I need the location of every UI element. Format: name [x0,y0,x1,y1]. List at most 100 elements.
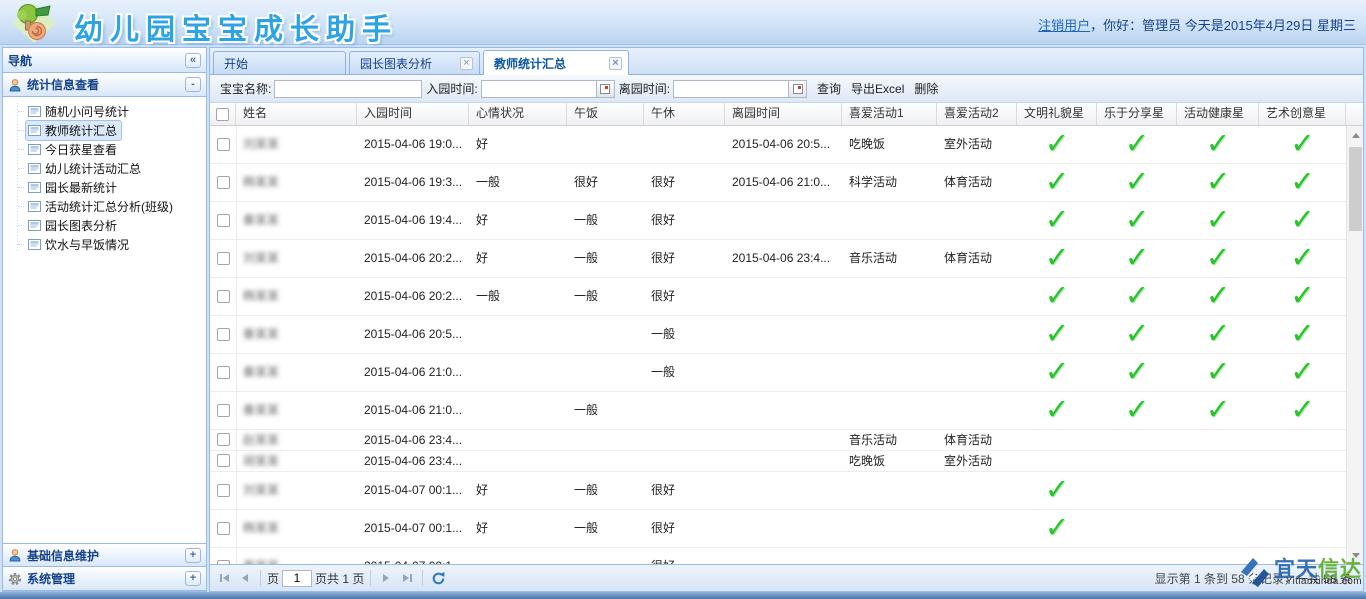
user-icon [8,78,22,92]
cell-checkin: 2015-04-06 20:2... [364,278,462,315]
row-checkbox[interactable] [217,138,230,151]
table-row[interactable]: 秦某某2015-04-06 21:0...一般✓✓✓✓ [210,392,1363,430]
accordion-section-system[interactable]: 系统管理 + [3,567,206,591]
table-row[interactable]: 韩某某2015-04-06 20:2...一般一般很好✓✓✓✓ [210,278,1363,316]
vertical-scrollbar[interactable] [1346,126,1363,564]
scroll-up-icon[interactable] [1347,126,1363,144]
tab-3[interactable]: 教师统计汇总× [483,50,629,75]
column-header-6[interactable]: 离园时间 [725,103,842,125]
workspace: 导航 « 统计信息查看 - 随机小问号统计教师统计汇总今日获星查看幼儿统计活动汇… [2,47,1364,592]
form-icon [28,124,41,137]
scrollbar-thumb[interactable] [1349,147,1362,231]
column-header-4[interactable]: 午饭 [567,103,644,125]
expand-section-icon[interactable]: + [185,571,201,586]
table-row[interactable]: 赵某某2015-04-06 23:4...音乐活动体育活动 [210,430,1363,451]
row-checkbox[interactable] [217,484,230,497]
row-checkbox[interactable] [217,366,230,379]
check-icon: ✓ [1017,202,1097,239]
table-row[interactable]: 秦某某2015-04-07 00:1很好 [210,548,1363,564]
calendar-trigger-icon[interactable] [597,80,615,98]
row-checkbox[interactable] [217,176,230,189]
row-checkbox[interactable] [217,328,230,341]
export-excel-button[interactable]: 导出Excel [851,80,904,97]
collapse-panel-icon[interactable]: « [185,53,201,68]
page-label-before: 页 [267,570,279,587]
checkin-time-input[interactable] [481,80,597,98]
row-checkbox[interactable] [217,522,230,535]
tab-2[interactable]: 园长图表分析× [349,51,480,74]
column-header-7[interactable]: 喜爱活动1 [842,103,937,125]
table-row[interactable]: 刘某某2015-04-07 00:1...好一般很好✓ [210,472,1363,510]
column-header-1[interactable]: 姓名 [236,103,357,125]
refresh-icon[interactable] [429,569,447,587]
logout-link[interactable]: 注销用户 [1038,18,1090,33]
column-header-2[interactable]: 入园时间 [357,103,469,125]
form-icon [28,181,41,194]
cell-mood: 好 [476,472,488,509]
check-icon: ✓ [1017,510,1097,547]
sidebar-item-2[interactable]: 教师统计汇总 [3,121,206,140]
sidebar-item-6[interactable]: 活动统计汇总分析(班级) [3,197,206,216]
cell-lunch: 一般 [574,278,598,315]
cell-activity1: 吃晚饭 [849,126,885,163]
page-number-input[interactable] [282,570,312,587]
sidebar-item-label: 教师统计汇总 [45,122,117,139]
greeting-text: ，你好：管理员 今天是2015年4月29日 星期三 [1090,18,1356,33]
select-all-checkbox[interactable] [210,103,236,125]
check-icon: ✓ [1177,316,1259,353]
row-checkbox[interactable] [217,290,230,303]
table-row[interactable]: 韩某某2015-04-07 00:1...好一般很好✓ [210,510,1363,548]
tab-1[interactable]: 开始 [213,51,346,74]
row-checkbox[interactable] [217,560,230,564]
sidebar-item-8[interactable]: 饮水与早饭情况 [3,235,206,254]
form-icon [28,200,41,213]
close-icon[interactable]: × [609,57,622,70]
row-checkbox[interactable] [217,454,230,467]
student-name: 韩某某 [243,164,279,201]
table-row[interactable]: 胡某某2015-04-06 23:4...吃晚饭室外活动 [210,451,1363,472]
student-name: 胡某某 [243,451,279,471]
navigation-title: 导航 [8,52,32,69]
prev-page-button[interactable] [236,569,254,587]
row-checkbox[interactable] [217,214,230,227]
column-header-11[interactable]: 活动健康星 [1177,103,1259,125]
collapse-section-icon[interactable]: - [185,77,201,92]
row-checkbox[interactable] [217,404,230,417]
column-header-10[interactable]: 乐于分享星 [1097,103,1177,125]
sidebar-item-7[interactable]: 园长图表分析 [3,216,206,235]
table-row[interactable]: 韩某某2015-04-06 19:3...一般很好很好2015-04-06 21… [210,164,1363,202]
next-page-button[interactable] [377,569,395,587]
row-checkbox[interactable] [217,252,230,265]
query-button[interactable]: 查询 [817,80,841,97]
first-page-button[interactable] [215,569,233,587]
cell-lunch: 一般 [574,392,598,429]
table-row[interactable]: 秦某某2015-04-06 21:0...一般✓✓✓✓ [210,354,1363,392]
accordion-section-statistics[interactable]: 统计信息查看 - [3,73,206,97]
row-checkbox[interactable] [217,433,230,446]
expand-section-icon[interactable]: + [185,548,201,563]
check-icon: ✓ [1017,278,1097,315]
calendar-trigger-icon[interactable] [789,80,807,98]
gear-icon [8,572,22,586]
table-row[interactable]: 刘某某2015-04-06 20:2...好一般很好2015-04-06 23:… [210,240,1363,278]
table-row[interactable]: 秦某某2015-04-06 20:5...一般✓✓✓✓ [210,316,1363,354]
column-header-8[interactable]: 喜爱活动2 [937,103,1017,125]
form-icon [28,238,41,251]
column-header-12[interactable]: 艺术创意星 [1259,103,1346,125]
close-icon[interactable]: × [460,57,473,70]
baby-name-input[interactable] [274,80,422,98]
cell-checkin: 2015-04-06 19:3... [364,164,462,201]
checkout-time-input[interactable] [673,80,789,98]
table-row[interactable]: 秦某某2015-04-06 19:4...好一般很好✓✓✓✓ [210,202,1363,240]
last-page-button[interactable] [398,569,416,587]
sidebar-item-5[interactable]: 园长最新统计 [3,178,206,197]
sidebar-item-1[interactable]: 随机小问号统计 [3,102,206,121]
column-header-9[interactable]: 文明礼貌星 [1017,103,1097,125]
table-row[interactable]: 刘某某2015-04-06 19:0...好2015-04-06 20:5...… [210,126,1363,164]
accordion-section-basic-info[interactable]: 基础信息维护 + [3,543,206,567]
sidebar-item-3[interactable]: 今日获星查看 [3,140,206,159]
delete-button[interactable]: 删除 [914,80,938,97]
sidebar-item-4[interactable]: 幼儿统计活动汇总 [3,159,206,178]
column-header-5[interactable]: 午休 [644,103,725,125]
column-header-3[interactable]: 心情状况 [469,103,567,125]
